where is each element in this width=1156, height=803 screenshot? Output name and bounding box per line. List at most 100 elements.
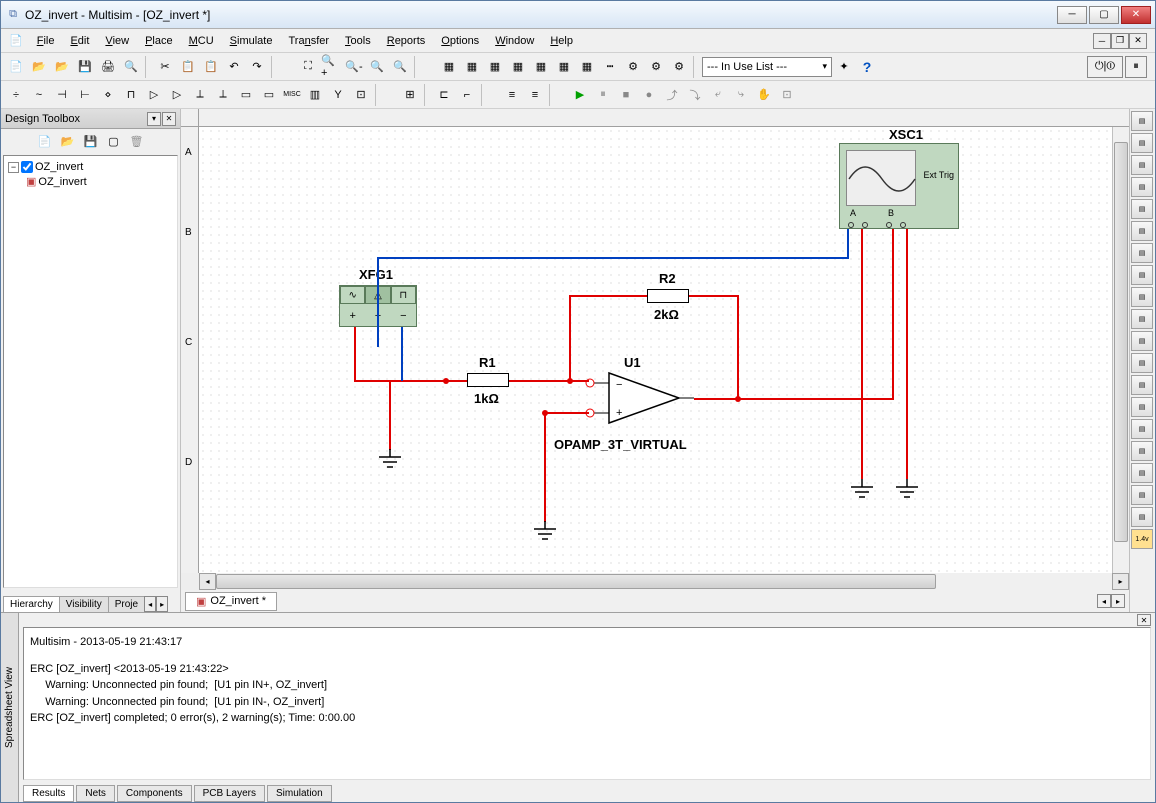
doc-tab[interactable]: ▣ OZ_invert * <box>185 592 277 611</box>
mdi-restore[interactable]: ❐ <box>1111 33 1129 49</box>
tab-nets[interactable]: Nets <box>76 785 115 802</box>
tab-visibility[interactable]: Visibility <box>59 596 109 612</box>
panel-pin[interactable]: ▾ <box>147 112 161 126</box>
tb-grid2[interactable]: ▦ <box>461 56 483 78</box>
tb-paste[interactable]: 📋 <box>200 56 222 78</box>
tb-grid1[interactable]: ▦ <box>438 56 460 78</box>
close-button[interactable]: ✕ <box>1121 6 1151 24</box>
collapse-icon[interactable]: − <box>8 162 19 173</box>
tb-comp10[interactable]: ⟂ <box>212 84 234 106</box>
tb-copy[interactable]: 📋 <box>177 56 199 78</box>
schematic-canvas[interactable]: XFG1 ∿ △ ⊓ +−− XSC1 <box>199 127 1112 573</box>
tb-grid7[interactable]: ▦ <box>576 56 598 78</box>
instr-18[interactable]: ▤ <box>1131 485 1153 505</box>
tb-zoomfit[interactable]: 🔍 <box>389 56 411 78</box>
tb-grid3[interactable]: ▦ <box>484 56 506 78</box>
mdi-close[interactable]: ✕ <box>1129 33 1147 49</box>
doc-nav-left[interactable]: ◂ <box>1097 594 1111 608</box>
instr-7[interactable]: ▤ <box>1131 243 1153 263</box>
tree-root[interactable]: − OZ_invert <box>8 160 173 174</box>
menu-reports[interactable]: Reports <box>379 33 434 49</box>
tb-comp4[interactable]: ⊢ <box>74 84 96 106</box>
tb-dash[interactable]: ┅ <box>599 56 621 78</box>
tb-comp16[interactable]: ⊡ <box>350 84 372 106</box>
tb-comp1[interactable]: ÷ <box>5 84 27 106</box>
tb-step4[interactable]: ⤷ <box>730 84 752 106</box>
instr-8[interactable]: ▤ <box>1131 265 1153 285</box>
instr-20[interactable]: 1.4v <box>1131 529 1153 549</box>
dt-new[interactable]: 📄 <box>34 130 56 152</box>
design-tree[interactable]: − OZ_invert ▣ OZ_invert <box>3 155 178 588</box>
tb-new[interactable]: 📄 <box>5 56 27 78</box>
instr-17[interactable]: ▤ <box>1131 463 1153 483</box>
tb-zoomout[interactable]: 🔍- <box>343 56 365 78</box>
mdi-minimize[interactable]: ─ <box>1093 33 1111 49</box>
panel-close[interactable]: ✕ <box>162 112 176 126</box>
menu-options[interactable]: Options <box>433 33 487 49</box>
instr-4[interactable]: ▤ <box>1131 177 1153 197</box>
tb-comp5[interactable]: ⋄ <box>97 84 119 106</box>
tb-comp9[interactable]: ⟂ <box>189 84 211 106</box>
instr-2[interactable]: ▤ <box>1131 133 1153 153</box>
tb-comp8[interactable]: ▷ <box>166 84 188 106</box>
instr-9[interactable]: ▤ <box>1131 287 1153 307</box>
menu-view[interactable]: View <box>97 33 137 49</box>
instr-6[interactable]: ▤ <box>1131 221 1153 241</box>
tb-pause2[interactable]: ⏸ <box>1125 56 1147 78</box>
tb-misc3[interactable]: ⚙ <box>668 56 690 78</box>
tb-comp12[interactable]: ▭ <box>258 84 280 106</box>
tb-comp3[interactable]: ⊣ <box>51 84 73 106</box>
tb-step3[interactable]: ⤶ <box>707 84 729 106</box>
tb-wand[interactable]: ✦ <box>833 56 855 78</box>
menu-tools[interactable]: Tools <box>337 33 379 49</box>
tb-bus1[interactable]: ⊏ <box>433 84 455 106</box>
dt-save[interactable]: 💾 <box>80 130 102 152</box>
menu-window[interactable]: Window <box>487 33 542 49</box>
spreadsheet-content[interactable]: Multisim - 2013-05-19 21:43:17 ERC [OZ_i… <box>23 627 1151 780</box>
instr-16[interactable]: ▤ <box>1131 441 1153 461</box>
menu-mcu[interactable]: MCU <box>181 33 222 49</box>
instr-10[interactable]: ▤ <box>1131 309 1153 329</box>
minimize-button[interactable]: ─ <box>1057 6 1087 24</box>
tb-list1[interactable]: ≡ <box>501 84 523 106</box>
tb-switch[interactable]: ⏻|⏼ <box>1087 56 1123 78</box>
tb-pause[interactable]: ⏸ <box>592 84 614 106</box>
tb-redo[interactable]: ↷ <box>246 56 268 78</box>
tb-open2[interactable]: 📂 <box>51 56 73 78</box>
instr-19[interactable]: ▤ <box>1131 507 1153 527</box>
tb-fullscreen[interactable]: ⛶ <box>297 56 319 78</box>
tab-components[interactable]: Components <box>117 785 192 802</box>
menu-file[interactable]: File <box>29 33 63 49</box>
instr-1[interactable]: ▤ <box>1131 111 1153 131</box>
tb-print[interactable]: 🖨 <box>97 56 119 78</box>
tb-stop[interactable]: ■ <box>615 84 637 106</box>
tb-preview[interactable]: 🔍 <box>120 56 142 78</box>
ground[interactable] <box>849 479 875 501</box>
tb-bus2[interactable]: ⌐ <box>456 84 478 106</box>
menu-edit[interactable]: Edit <box>62 33 97 49</box>
tb-grid6[interactable]: ▦ <box>553 56 575 78</box>
spreadsheet-close[interactable]: ✕ <box>1137 614 1151 626</box>
tb-open[interactable]: 📂 <box>28 56 50 78</box>
ground[interactable] <box>532 521 558 543</box>
tb-help[interactable]: ? <box>856 56 878 78</box>
tb-grid5[interactable]: ▦ <box>530 56 552 78</box>
instr-12[interactable]: ▤ <box>1131 353 1153 373</box>
tb-step2[interactable]: ⤵ <box>684 84 706 106</box>
menu-place[interactable]: Place <box>137 33 181 49</box>
tree-child[interactable]: ▣ OZ_invert <box>26 174 173 189</box>
menu-simulate[interactable]: Simulate <box>222 33 281 49</box>
tb-cut[interactable]: ✂ <box>154 56 176 78</box>
tb-save[interactable]: 💾 <box>74 56 96 78</box>
dt-open[interactable]: 📂 <box>57 130 79 152</box>
dt-b5[interactable]: 🗑 <box>126 130 148 152</box>
oscilloscope[interactable]: Ext Trig A B <box>839 143 959 229</box>
tb-comp2[interactable]: ~ <box>28 84 50 106</box>
tab-simulation[interactable]: Simulation <box>267 785 332 802</box>
doc-nav-right[interactable]: ▸ <box>1111 594 1125 608</box>
tb-undo[interactable]: ↶ <box>223 56 245 78</box>
tree-root-check[interactable] <box>21 161 33 173</box>
tb-comp7[interactable]: ▷ <box>143 84 165 106</box>
menu-transfer[interactable]: Transfer <box>280 33 337 49</box>
tb-misc1[interactable]: ⚙ <box>622 56 644 78</box>
